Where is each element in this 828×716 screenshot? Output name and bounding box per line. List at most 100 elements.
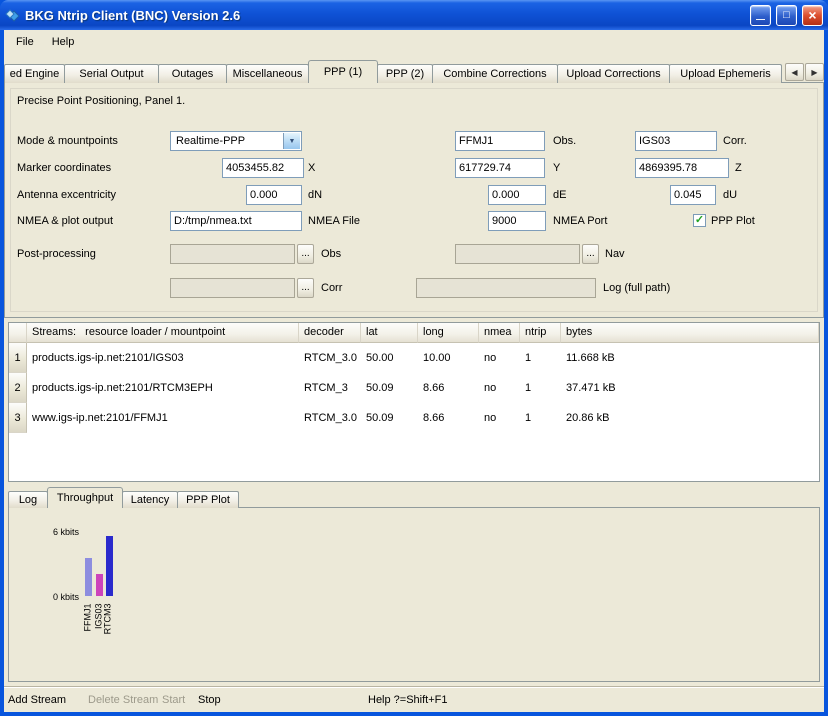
help-hint: Help ?=Shift+F1: [368, 687, 448, 712]
ppp-plot-checkbox[interactable]: ✓: [693, 214, 706, 227]
add-stream-button[interactable]: Add Stream: [8, 687, 66, 712]
post-nav-field: [455, 244, 580, 264]
window-title: BKG Ntrip Client (BNC) Version 2.6: [25, 8, 745, 23]
cell-nmea: no: [479, 343, 520, 373]
cell-mountpoint: products.igs-ip.net:2101/RTCM3EPH: [27, 373, 299, 403]
stream-row[interactable]: 1 products.igs-ip.net:2101/IGS03 RTCM_3.…: [9, 343, 819, 373]
post-nav-browse-button[interactable]: ...: [582, 244, 599, 264]
tab-scroll-right-button[interactable]: ▶: [805, 63, 824, 81]
obs-mountpoint-input[interactable]: [455, 131, 545, 151]
tab-serial-output[interactable]: Serial Output: [64, 64, 159, 83]
tab-latency[interactable]: Latency: [122, 491, 178, 508]
tab-scroll-left-button[interactable]: ◀: [785, 63, 804, 81]
cell-decoder: RTCM_3.0: [299, 343, 361, 373]
menu-help[interactable]: Help: [43, 32, 84, 52]
antenna-de-label: dE: [553, 185, 566, 205]
tab-miscellaneous[interactable]: Miscellaneous: [226, 64, 309, 83]
cell-nmea: no: [479, 403, 520, 433]
antenna-dn-input[interactable]: [246, 185, 302, 205]
row-number-cell[interactable]: 1: [9, 343, 27, 373]
close-button[interactable]: ×: [802, 5, 823, 26]
post-processing-label: Post-processing: [17, 244, 96, 264]
x-axis-label-rtcm3: RTCM3: [103, 604, 114, 644]
maximize-icon: □: [783, 9, 790, 21]
antenna-de-input[interactable]: [488, 185, 546, 205]
nmea-file-input[interactable]: [170, 211, 302, 231]
row-number-cell[interactable]: 3: [9, 403, 27, 433]
streams-table: Streams: resource loader / mountpoint de…: [8, 322, 820, 482]
chart-bar-rtcm3: [106, 536, 113, 596]
cell-ntrip: 1: [520, 343, 561, 373]
tab-upload-ephemeris[interactable]: Upload Ephemeris: [669, 64, 782, 83]
ppp-mode-combobox[interactable]: Realtime-PPP ▼: [170, 131, 302, 151]
header-lat: lat: [361, 323, 418, 343]
tab-ppp-1[interactable]: PPP (1): [308, 60, 378, 83]
close-icon: ×: [808, 7, 816, 23]
marker-label: Marker coordinates: [17, 158, 111, 178]
tab-throughput[interactable]: Throughput: [47, 487, 123, 508]
table-header-row: Streams: resource loader / mountpoint de…: [9, 323, 819, 343]
antenna-du-label: dU: [723, 185, 737, 205]
stop-button[interactable]: Stop: [198, 687, 221, 712]
ppp-mode-value: Realtime-PPP: [176, 135, 245, 147]
antenna-dn-label: dN: [308, 185, 322, 205]
arrow-left-icon: ◀: [791, 68, 797, 77]
cell-lat: 50.09: [361, 373, 418, 403]
cell-long: 8.66: [418, 373, 479, 403]
tab-upload-corrections[interactable]: Upload Corrections: [557, 64, 670, 83]
nmea-port-label: NMEA Port: [553, 211, 607, 231]
cell-lat: 50.00: [361, 343, 418, 373]
corner-header-cell: [9, 323, 27, 343]
chart-bar-ffmj1: [85, 558, 92, 596]
post-obs-browse-button[interactable]: ...: [297, 244, 314, 264]
mode-label: Mode & mountpoints: [17, 131, 118, 151]
header-ntrip: ntrip: [520, 323, 561, 343]
row-number-cell[interactable]: 2: [9, 373, 27, 403]
nmea-label: NMEA & plot output: [17, 211, 113, 231]
stream-row[interactable]: 2 products.igs-ip.net:2101/RTCM3EPH RTCM…: [9, 373, 819, 403]
marker-z-label: Z: [735, 158, 742, 178]
tab-log[interactable]: Log: [8, 491, 48, 508]
post-nav-label: Nav: [605, 244, 625, 264]
nmea-port-input[interactable]: [488, 211, 546, 231]
bnc-window: BKG Ntrip Client (BNC) Version 2.6 — □ ×…: [0, 0, 828, 716]
stream-row[interactable]: 3 www.igs-ip.net:2101/FFMJ1 RTCM_3.0 50.…: [9, 403, 819, 433]
cell-mountpoint: products.igs-ip.net:2101/IGS03: [27, 343, 299, 373]
menu-file[interactable]: File: [7, 32, 43, 52]
post-corr-label: Corr: [321, 278, 342, 298]
post-corr-browse-button[interactable]: ...: [297, 278, 314, 298]
header-bytes: bytes: [561, 323, 819, 343]
tab-ppp-plot[interactable]: PPP Plot: [177, 491, 239, 508]
marker-x-label: X: [308, 158, 315, 178]
marker-y-input[interactable]: [455, 158, 545, 178]
main-tab-bar: ed Engine Serial Output Outages Miscella…: [4, 61, 824, 83]
marker-y-label: Y: [553, 158, 560, 178]
marker-z-input[interactable]: [635, 158, 729, 178]
panel-caption: Precise Point Positioning, Panel 1.: [17, 91, 185, 111]
x-axis-label-ffmj1: FFMJ1: [83, 604, 94, 644]
y-axis-tick-min: 0 kbits: [25, 592, 79, 602]
cell-long: 10.00: [418, 343, 479, 373]
header-nmea: nmea: [479, 323, 520, 343]
minimize-button[interactable]: —: [750, 5, 771, 26]
tab-feed-engine[interactable]: ed Engine: [4, 64, 65, 83]
maximize-button[interactable]: □: [776, 5, 797, 26]
ppp-plot-label: PPP Plot: [711, 211, 755, 231]
tab-combine-corrections[interactable]: Combine Corrections: [432, 64, 558, 83]
status-bar: Add Stream Delete Stream Start Stop Help…: [4, 686, 824, 712]
antenna-label: Antenna excentricity: [17, 185, 116, 205]
titlebar[interactable]: BKG Ntrip Client (BNC) Version 2.6 — □ ×: [0, 0, 828, 30]
corr-mountpoint-input[interactable]: [635, 131, 717, 151]
y-axis-tick-max: 6 kbits: [25, 527, 79, 537]
client-area: File Help ed Engine Serial Output Outage…: [4, 30, 824, 712]
tab-outages[interactable]: Outages: [158, 64, 227, 83]
antenna-du-input[interactable]: [670, 185, 716, 205]
cell-mountpoint: www.igs-ip.net:2101/FFMJ1: [27, 403, 299, 433]
delete-stream-button: Delete Stream: [88, 687, 158, 712]
post-log-field: [416, 278, 596, 298]
throughput-chart: 6 kbits 0 kbits FFMJ1 IGS03 RTCM3: [8, 507, 820, 682]
minimize-icon: —: [756, 15, 765, 23]
tab-ppp-2[interactable]: PPP (2): [377, 64, 433, 83]
bottom-tab-bar: Log Throughput Latency PPP Plot: [8, 488, 238, 508]
marker-x-input[interactable]: [222, 158, 304, 178]
